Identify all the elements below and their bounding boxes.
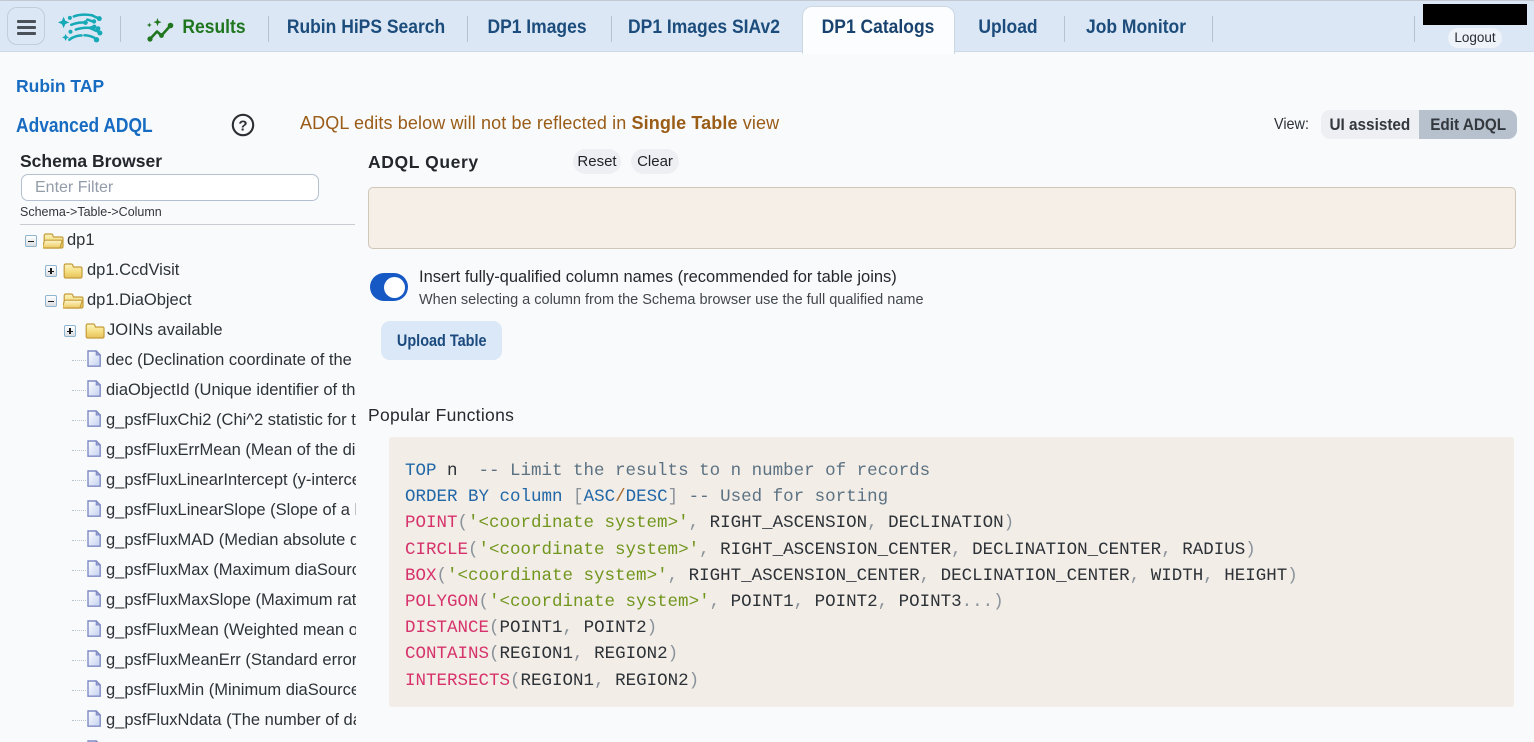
svg-text:?: ? bbox=[238, 118, 247, 135]
